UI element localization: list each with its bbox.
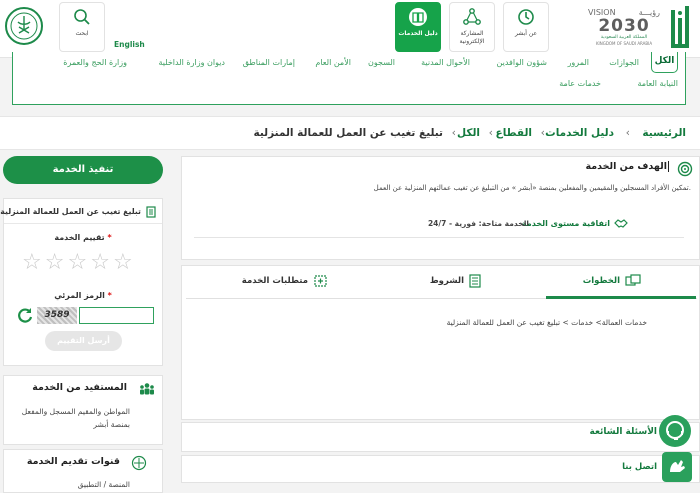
category-traffic[interactable]: المرور bbox=[568, 58, 589, 67]
divider bbox=[4, 223, 162, 224]
contact-title: اتصل بنا bbox=[622, 462, 657, 472]
sla-link-label: اتفاقية مستوى الخدمة bbox=[521, 218, 610, 228]
service-tabs-card: الخطوات الشروط متطلبات الخدمة خدمات العم… bbox=[181, 265, 700, 420]
people-icon bbox=[139, 382, 155, 396]
category-expatriates[interactable]: شؤون الوافدين bbox=[497, 58, 547, 67]
send-rating-button[interactable]: أرسل التقييم bbox=[45, 331, 122, 351]
beneficiary-text: المواطن والمقيم المسجل والمفعل بمنصة أبش… bbox=[21, 407, 130, 429]
category-civil-affairs[interactable]: الأحوال المدنية bbox=[421, 58, 470, 67]
breadcrumb-separator-icon: ‹ bbox=[488, 126, 493, 139]
sla-link[interactable]: اتفاقية مستوى الخدمة bbox=[522, 217, 628, 229]
category-moi-diwan[interactable]: ديوان وزارة الداخلية bbox=[159, 58, 226, 67]
breadcrumb-separator-icon: ‹ bbox=[540, 126, 545, 139]
tab-requirements[interactable]: متطلبات الخدمة bbox=[242, 274, 329, 288]
captcha-image: 3589 bbox=[37, 307, 77, 324]
service-goal-card: الهدف من الخدمة تمكين الأفراد المسجلين و… bbox=[181, 156, 700, 260]
handshake-icon bbox=[614, 217, 628, 229]
breadcrumb-sector[interactable]: القطاع bbox=[496, 127, 532, 139]
rating-label: تقييم الخدمة * bbox=[4, 233, 162, 242]
breadcrumb-all[interactable]: الكل bbox=[457, 127, 480, 139]
category-public-prosecution[interactable]: النيابة العامة bbox=[637, 79, 678, 88]
captcha-label-text: الرمز المرئي bbox=[54, 291, 105, 300]
faq-card[interactable]: الأسئلة الشائعة bbox=[181, 422, 700, 452]
goal-divider bbox=[194, 237, 684, 238]
category-prisons[interactable]: السجون bbox=[368, 58, 395, 67]
category-passports[interactable]: الجوازات bbox=[609, 58, 639, 67]
kingdom-en: KINGDOM OF SAUDI ARABIA bbox=[595, 41, 653, 46]
english-link[interactable]: English bbox=[114, 40, 145, 49]
breadcrumb-home[interactable]: الرئيسية bbox=[642, 127, 686, 139]
vision-year: 2030 bbox=[598, 16, 650, 36]
service-title: تبليغ تغيب عن العمل للعمالة المنزلية bbox=[0, 207, 141, 216]
book-icon bbox=[408, 7, 428, 27]
tile-e-participation-label: المشاركة الإلكترونية bbox=[459, 30, 485, 45]
star-rating[interactable]: ☆ ☆ ☆ ☆ ☆ bbox=[22, 252, 133, 274]
people-share-icon bbox=[462, 7, 482, 27]
breadcrumb-separator-icon: ‹ bbox=[625, 126, 630, 139]
breadcrumb-separator-icon: ‹ bbox=[451, 126, 456, 139]
search-icon bbox=[72, 7, 92, 27]
contact-card[interactable]: اتصل بنا bbox=[181, 455, 700, 483]
breadcrumb-services-guide[interactable]: دليل الخدمات bbox=[545, 127, 614, 139]
channels-icon bbox=[131, 455, 147, 471]
service-doc-icon bbox=[146, 206, 156, 218]
captcha-input[interactable] bbox=[79, 307, 154, 324]
star-icon[interactable]: ☆ bbox=[90, 252, 110, 274]
execute-service-button[interactable]: تنفيذ الخدمة bbox=[3, 156, 163, 184]
absher-logo[interactable] bbox=[668, 4, 694, 52]
tile-services-guide[interactable]: دليل الخدمات bbox=[395, 2, 441, 52]
tab-requirements-label: متطلبات الخدمة bbox=[241, 276, 308, 286]
steps-icon bbox=[625, 274, 641, 288]
tile-about-absher[interactable]: عن أبشر bbox=[503, 2, 549, 52]
search-tile[interactable]: ابحث bbox=[59, 2, 105, 52]
breadcrumb-current: تبليغ تغيب عن العمل للعمالة المنزلية bbox=[253, 127, 443, 139]
channels-title: قنوات تقديم الخدمة bbox=[26, 456, 120, 467]
tab-conditions-label: الشروط bbox=[429, 276, 464, 286]
checklist-icon bbox=[469, 274, 481, 288]
faq-title: الأسئلة الشائعة bbox=[589, 427, 658, 437]
tile-about-absher-label: عن أبشر bbox=[514, 30, 538, 37]
channels-card: قنوات تقديم الخدمة المنصة / التطبيق bbox=[3, 449, 163, 493]
category-hajj-umrah[interactable]: وزارة الحج والعمرة bbox=[63, 58, 127, 67]
steps-text: خدمات العمالة> خدمات > تبليغ تغيب عن الع… bbox=[446, 318, 647, 327]
category-all-active[interactable]: الكل bbox=[651, 52, 678, 73]
star-icon[interactable]: ☆ bbox=[22, 252, 42, 274]
tab-conditions[interactable]: الشروط bbox=[430, 274, 481, 288]
moi-emblem bbox=[4, 6, 44, 46]
category-emirates[interactable]: إمارات المناطق bbox=[243, 58, 295, 67]
target-icon bbox=[677, 161, 693, 177]
rating-label-text: تقييم الخدمة bbox=[54, 233, 105, 242]
goal-description: تمكين الأفراد المسجلين والمقيمين والمفعل… bbox=[373, 184, 691, 192]
tab-active-underline bbox=[546, 296, 696, 299]
requirements-icon bbox=[313, 274, 329, 288]
captcha-value: 3589 bbox=[44, 310, 70, 320]
tab-steps[interactable]: الخطوات bbox=[583, 274, 641, 288]
goal-title: الهدف من الخدمة bbox=[585, 161, 669, 172]
tile-e-participation[interactable]: المشاركة الإلكترونية bbox=[449, 2, 495, 52]
tile-services-guide-label: دليل الخدمات bbox=[398, 30, 438, 37]
tab-steps-label: الخطوات bbox=[582, 276, 620, 286]
top-header: VISION رؤيـــة 2030 المملكة العربية السع… bbox=[0, 0, 700, 58]
star-icon[interactable]: ☆ bbox=[45, 252, 65, 274]
category-public-security[interactable]: الأمن العام bbox=[315, 58, 351, 67]
beneficiary-card: المستفيد من الخدمة المواطن والمقيم المسج… bbox=[3, 375, 163, 445]
star-icon[interactable]: ☆ bbox=[67, 252, 87, 274]
category-general-services[interactable]: خدمات عامة bbox=[559, 79, 601, 88]
required-asterisk: * bbox=[107, 291, 112, 300]
captcha-label: الرمز المرئي * bbox=[4, 291, 162, 300]
search-label: ابحث bbox=[75, 30, 89, 37]
clock-check-icon bbox=[516, 7, 536, 27]
availability-text: الخدمة متاحة: فورية - 24/7 bbox=[427, 219, 529, 228]
required-asterisk: * bbox=[107, 233, 112, 242]
sign-language-icon[interactable] bbox=[662, 452, 692, 482]
category-filter-bar: الكل الجوازات المرور شؤون الوافدين الأحو… bbox=[12, 52, 686, 105]
channels-text: المنصة / التطبيق bbox=[77, 480, 130, 489]
breadcrumb: الرئيسية ‹ دليل الخدمات ‹ القطاع ‹ الكل … bbox=[0, 116, 700, 150]
assistant-icon[interactable] bbox=[658, 414, 692, 448]
vision-2030-logo: VISION رؤيـــة 2030 المملكة العربية السع… bbox=[588, 8, 660, 48]
beneficiary-title: المستفيد من الخدمة bbox=[32, 382, 127, 393]
refresh-icon[interactable] bbox=[16, 306, 34, 324]
star-icon[interactable]: ☆ bbox=[113, 252, 133, 274]
